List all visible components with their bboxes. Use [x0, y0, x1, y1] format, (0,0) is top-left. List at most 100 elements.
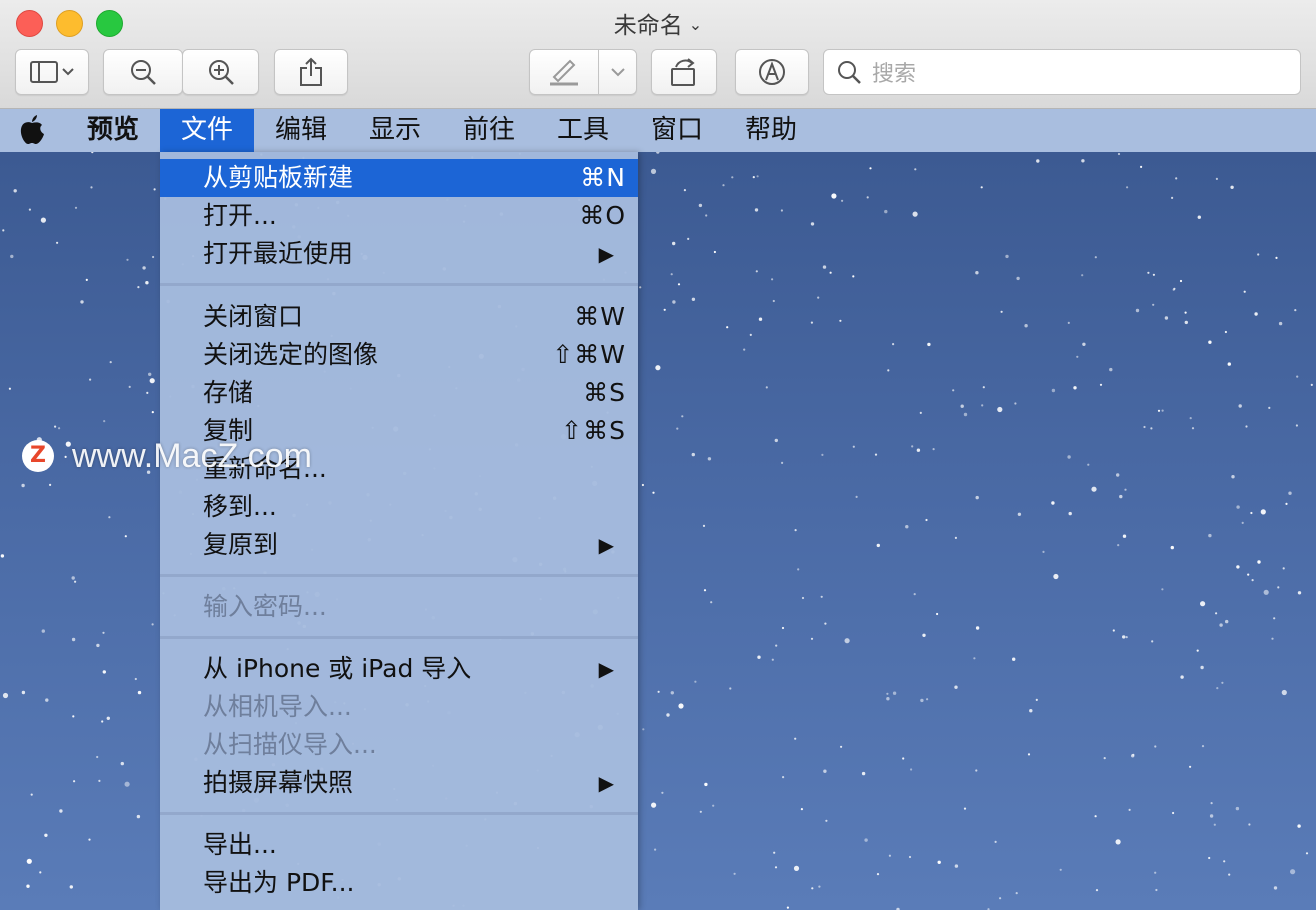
markup-button[interactable] [735, 49, 809, 95]
star [71, 576, 75, 580]
star [1273, 617, 1276, 620]
highlighter-icon [550, 59, 578, 86]
star [810, 222, 815, 226]
star [661, 791, 664, 794]
star [687, 237, 690, 240]
star [1257, 253, 1260, 256]
menu-help[interactable]: 帮助 [724, 109, 818, 152]
star [137, 690, 142, 695]
star [109, 361, 112, 364]
star [820, 595, 823, 598]
star [1305, 852, 1309, 855]
star [782, 776, 785, 779]
star [1094, 815, 1097, 818]
star [1012, 657, 1016, 661]
star [149, 378, 155, 384]
star [1268, 406, 1271, 409]
star [1250, 511, 1253, 515]
sidebar-icon [30, 61, 74, 83]
menu-item-close-selected-image[interactable]: 关闭选定的图像 ⇧⌘W [160, 336, 638, 374]
menu-item-new-from-clipboard[interactable]: 从剪贴板新建 ⌘N [160, 159, 638, 197]
zoom-out-button[interactable] [103, 49, 183, 95]
menu-item-export-as-pdf[interactable]: 导出为 PDF... [160, 864, 638, 902]
search-field[interactable]: 搜索 [823, 49, 1301, 95]
star [1051, 388, 1056, 393]
rotate-button[interactable] [651, 49, 717, 95]
star [137, 286, 140, 289]
star [936, 612, 939, 616]
star [919, 411, 922, 414]
star [810, 321, 814, 324]
menu-item-open[interactable]: 打开... ⌘O [160, 197, 638, 235]
highlight-dropdown-button[interactable] [599, 50, 636, 94]
star [1173, 287, 1176, 290]
star [69, 885, 74, 889]
menu-window[interactable]: 窗口 [630, 109, 724, 152]
star [699, 810, 702, 813]
star [975, 271, 979, 275]
star [1275, 256, 1278, 259]
star [654, 848, 657, 851]
star [71, 637, 76, 642]
star [49, 483, 52, 486]
menu-item-revert-to[interactable]: 复原到 ▶ [160, 526, 638, 564]
star [886, 692, 889, 695]
menu-item-move-to[interactable]: 移到... [160, 488, 638, 526]
star [145, 281, 149, 285]
zoom-in-button[interactable] [182, 49, 259, 95]
sidebar-toggle-button[interactable] [15, 49, 89, 95]
star [136, 814, 141, 819]
star [1152, 273, 1155, 276]
star [1228, 873, 1231, 876]
star [1125, 636, 1128, 639]
star [733, 872, 736, 875]
star [975, 495, 979, 500]
menu-go[interactable]: 前往 [442, 109, 536, 152]
star [74, 580, 77, 583]
star [908, 855, 912, 859]
highlight-main-button[interactable] [530, 50, 599, 94]
star [704, 782, 708, 787]
menu-tools[interactable]: 工具 [536, 109, 630, 152]
star [823, 769, 827, 773]
star [0, 554, 5, 558]
menu-item-take-screenshot[interactable]: 拍摄屏幕快照 ▶ [160, 764, 638, 802]
menu-file[interactable]: 文件 [160, 109, 254, 152]
window-title[interactable]: 未命名 ⌄ [0, 6, 1316, 40]
star [98, 779, 101, 783]
star [1236, 565, 1240, 569]
menu-item-open-recent[interactable]: 打开最近使用 ▶ [160, 235, 638, 273]
star [1082, 342, 1086, 346]
highlight-button[interactable] [529, 49, 637, 95]
menu-item-label: 从 iPhone 或 iPad 导入 [203, 654, 472, 683]
star [1225, 619, 1229, 624]
star [914, 168, 917, 171]
star [710, 601, 713, 604]
menu-item-label: 拍摄屏幕快照 [203, 768, 354, 797]
menu-item-shortcut: ⌘W [574, 302, 626, 331]
menu-item-label: 移到... [203, 492, 277, 521]
menu-edit[interactable]: 编辑 [254, 109, 348, 152]
star [1103, 757, 1106, 760]
menu-item-close-window[interactable]: 关闭窗口 ⌘W [160, 298, 638, 336]
star [1091, 486, 1097, 492]
star [655, 365, 661, 371]
star [905, 525, 909, 529]
menu-item-save[interactable]: 存储 ⌘S [160, 374, 638, 412]
star [1016, 276, 1020, 281]
star [10, 254, 14, 259]
menu-item-label: 输入密码... [203, 592, 327, 621]
star [1150, 427, 1153, 430]
menu-view[interactable]: 显示 [348, 109, 442, 152]
menu-item-export[interactable]: 导出... [160, 826, 638, 864]
star [1189, 417, 1192, 420]
star [963, 807, 967, 810]
star [45, 698, 49, 702]
menu-preview[interactable]: 预览 [66, 109, 160, 152]
menu-bar: 预览 文件 编辑 显示 前往 工具 窗口 帮助 [0, 109, 1316, 152]
star [920, 698, 924, 703]
star [80, 300, 84, 304]
menu-item-import-from-iphone[interactable]: 从 iPhone 或 iPad 导入 ▶ [160, 650, 638, 688]
apple-menu[interactable] [10, 109, 54, 152]
share-button[interactable] [274, 49, 348, 95]
